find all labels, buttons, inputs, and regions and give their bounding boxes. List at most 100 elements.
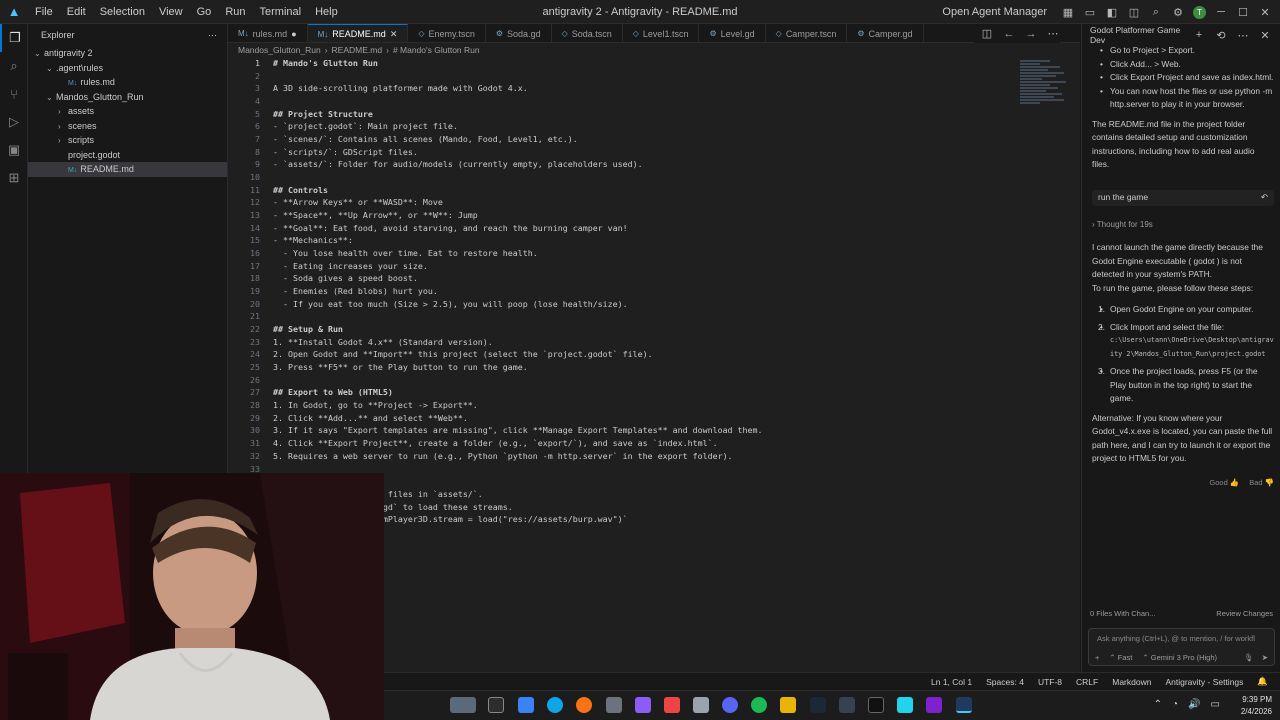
tab-soda-tscn[interactable]: ◇ Soda.tscn	[552, 24, 623, 42]
more-actions-icon[interactable]: ⋯	[1046, 27, 1060, 41]
tab-level-gd[interactable]: ⚙ Level.gd	[699, 24, 766, 42]
tab-soda-gd[interactable]: ⚙ Soda.gd	[486, 24, 552, 42]
app-icon[interactable]	[635, 697, 651, 713]
menu-item-run[interactable]: Run	[218, 0, 252, 24]
tab-enemy-tscn[interactable]: ◇ Enemy.tscn	[408, 24, 486, 42]
language-mode[interactable]: Markdown	[1112, 677, 1151, 687]
run-debug-icon[interactable]: ▷	[0, 108, 28, 136]
app-icon[interactable]	[693, 697, 709, 713]
history-icon[interactable]: ⟲	[1214, 28, 1228, 42]
file-explorer-icon[interactable]	[780, 697, 796, 713]
tab-camper-gd[interactable]: ⚙ Camper.gd	[847, 24, 924, 42]
indentation[interactable]: Spaces: 4	[986, 677, 1024, 687]
good-button[interactable]: Good 👍	[1209, 476, 1239, 490]
tab-camper-tscn[interactable]: ◇ Camper.tscn	[766, 24, 848, 42]
more-actions-icon[interactable]: ⋯	[208, 30, 217, 41]
widgets-icon[interactable]	[450, 697, 476, 713]
tab-level1-tscn[interactable]: ◇ Level1.tscn	[623, 24, 700, 42]
tree-item[interactable]: › scripts	[28, 133, 227, 148]
bad-button[interactable]: Bad 👎	[1249, 476, 1274, 490]
tree-item[interactable]: ⌄ antigravity 2	[28, 46, 227, 61]
tree-item[interactable]: › assets	[28, 104, 227, 119]
menu-item-help[interactable]: Help	[308, 0, 345, 24]
menu-item-view[interactable]: View	[152, 0, 190, 24]
back-icon[interactable]: ←	[1002, 27, 1016, 41]
add-context-icon[interactable]: +	[1095, 653, 1099, 662]
menu-item-terminal[interactable]: Terminal	[253, 0, 309, 24]
edge-icon[interactable]	[547, 697, 563, 713]
mode-select[interactable]: ⌃ Fast	[1109, 653, 1132, 662]
steam-icon[interactable]	[810, 697, 826, 713]
menu-item-edit[interactable]: Edit	[60, 0, 93, 24]
source-control-icon[interactable]: ⑂	[0, 80, 28, 108]
task-view-icon[interactable]	[488, 697, 504, 713]
microphone-icon[interactable]: 🎙	[1244, 653, 1254, 662]
close-icon[interactable]: ✕	[1258, 5, 1272, 19]
tree-item[interactable]: › scenes	[28, 119, 227, 134]
tree-item[interactable]: ⌄ .agent\rules	[28, 61, 227, 76]
user-message[interactable]: run the game ↶	[1092, 189, 1274, 206]
menu-item-go[interactable]: Go	[190, 0, 219, 24]
tree-item[interactable]: project.godot	[28, 148, 227, 163]
chevron-up-icon[interactable]: ⌃	[1154, 699, 1162, 710]
maximize-icon[interactable]: ☐	[1236, 5, 1250, 19]
avatar[interactable]: T	[1193, 5, 1206, 19]
app-icon[interactable]	[606, 697, 622, 713]
close-icon[interactable]: ✕	[1258, 28, 1272, 42]
panel-icon[interactable]: ▭	[1083, 5, 1097, 19]
bell-icon[interactable]: 🔔	[1257, 676, 1268, 687]
search-icon[interactable]: ⌕	[0, 52, 28, 80]
breadcrumb-item[interactable]: README.md	[332, 45, 383, 55]
app-icon[interactable]	[868, 697, 884, 713]
remote-icon[interactable]: ▣	[0, 136, 28, 164]
battery-icon[interactable]: ▭	[1211, 699, 1220, 710]
search-icon[interactable]: ⌕	[1149, 5, 1163, 19]
tab-rules-md[interactable]: M↓ rules.md ●	[228, 24, 308, 42]
thought-toggle[interactable]: › Thought for 19s	[1092, 218, 1274, 232]
split-icon[interactable]: ◫	[1127, 5, 1141, 19]
network-icon[interactable]: ◔	[1172, 699, 1178, 710]
firefox-icon[interactable]	[576, 697, 592, 713]
sidebar-toggle-icon[interactable]: ◧	[1105, 5, 1119, 19]
antigravity-icon[interactable]	[956, 697, 972, 713]
volume-icon[interactable]: 🔊	[1188, 699, 1200, 710]
encoding[interactable]: UTF-8	[1038, 677, 1062, 687]
close-icon[interactable]: ✕	[390, 29, 398, 40]
tab-readme-md[interactable]: M↓ README.md ✕	[307, 24, 409, 42]
app-icon[interactable]	[664, 697, 680, 713]
line-ending[interactable]: CRLF	[1076, 677, 1098, 687]
breadcrumb-item[interactable]: Mandos_Glutton_Run	[238, 45, 321, 55]
chat-input[interactable]: Ask anything (Ctrl+L), @ to mention, / f…	[1088, 628, 1275, 666]
layout-icon[interactable]: ▦	[1061, 5, 1075, 19]
tree-item[interactable]: ⌄ Mandos_Glutton_Run	[28, 90, 227, 105]
forward-icon[interactable]: →	[1024, 27, 1038, 41]
review-changes-button[interactable]: Review Changes	[1216, 609, 1273, 618]
menu-item-file[interactable]: File	[28, 0, 60, 24]
extensions-icon[interactable]: ⊞	[0, 164, 28, 192]
cursor-position[interactable]: Ln 1, Col 1	[931, 677, 972, 687]
minimap[interactable]	[1020, 59, 1068, 129]
discord-icon[interactable]	[722, 697, 738, 713]
files-changed-label[interactable]: 0 Files With Chan...	[1090, 609, 1155, 618]
send-icon[interactable]: ➤	[1262, 653, 1268, 662]
breadcrumb-item[interactable]: # Mando's Glutton Run	[393, 45, 480, 55]
settings-status[interactable]: Antigravity - Settings	[1165, 677, 1243, 687]
split-editor-icon[interactable]: ◫	[980, 27, 994, 41]
open-agent-manager-button[interactable]: Open Agent Manager	[942, 6, 1047, 18]
explorer-icon[interactable]: ❐	[0, 24, 28, 52]
copilot-icon[interactable]	[518, 697, 534, 713]
clock[interactable]: 9:39 PM 2/4/2026	[1241, 694, 1272, 718]
new-chat-icon[interactable]: +	[1192, 28, 1206, 42]
tree-item[interactable]: M↓ README.md	[28, 162, 227, 177]
spotify-icon[interactable]	[751, 697, 767, 713]
tree-item[interactable]: M↓ rules.md	[28, 75, 227, 90]
code-editor[interactable]: 1 # Mando's Glutton Run 2 3 A 3D side-scroll…	[228, 57, 1080, 526]
undo-icon[interactable]: ↶	[1261, 191, 1268, 205]
more-actions-icon[interactable]: ⋯	[1236, 28, 1250, 42]
gear-icon[interactable]: ⚙	[1171, 5, 1185, 19]
app-icon[interactable]	[839, 697, 855, 713]
menu-item-selection[interactable]: Selection	[93, 0, 152, 24]
app-icon[interactable]	[897, 697, 913, 713]
model-select[interactable]: ⌃ Gemini 3 Pro (High)	[1142, 653, 1217, 662]
minimize-icon[interactable]: ─	[1214, 5, 1228, 19]
